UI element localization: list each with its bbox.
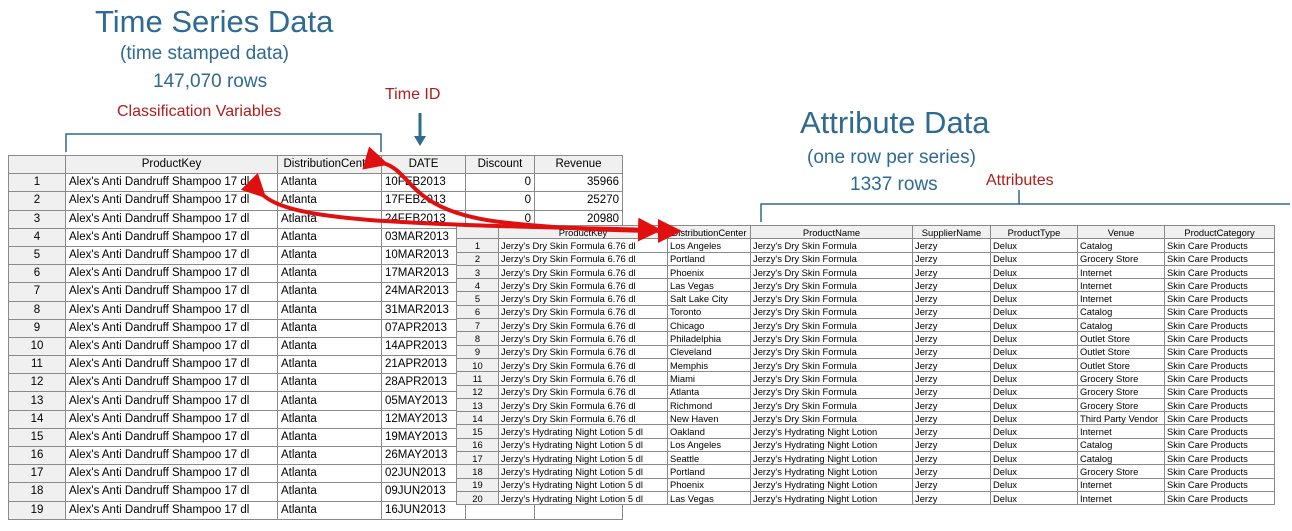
time-id-arrowhead <box>414 136 426 146</box>
annotation-overlay <box>65 113 1290 243</box>
attributes-bracket <box>760 203 1290 222</box>
classification-bracket <box>65 133 382 152</box>
distributioncenter-link-arrow <box>362 146 682 243</box>
